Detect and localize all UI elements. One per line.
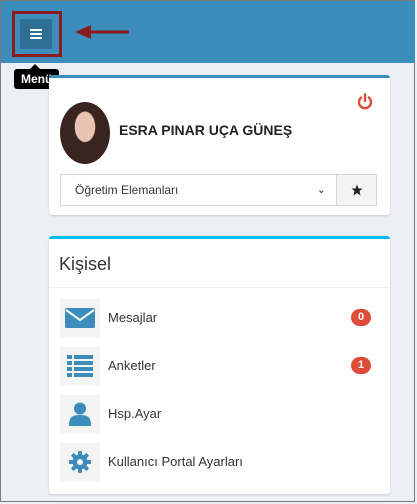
power-icon[interactable] xyxy=(357,93,373,110)
favorite-button[interactable] xyxy=(337,174,377,206)
envelope-icon xyxy=(65,308,95,328)
personal-box-title: Kişisel xyxy=(59,254,112,274)
gear-icon xyxy=(69,451,91,473)
menu-item-mesajlar[interactable]: Mesajlar 0 xyxy=(60,299,380,337)
annotation-arrow-icon xyxy=(75,25,129,39)
menu-item-portal-settings[interactable]: Kullanıcı Portal Ayarları xyxy=(60,443,380,481)
menu-item-label: Kullanıcı Portal Ayarları xyxy=(108,454,243,469)
role-select[interactable]: Öğretim Elemanları ⌄ xyxy=(60,174,337,206)
menu-item-icon-box xyxy=(60,347,100,385)
avatar xyxy=(60,102,110,164)
hamburger-icon xyxy=(30,29,42,39)
user-icon xyxy=(69,402,91,426)
user-name: ESRA PINAR UÇA GÜNEŞ xyxy=(119,122,293,138)
personal-box: Kişisel Mesajlar 0 Anketler 1 Hsp.Ayar K… xyxy=(49,236,390,494)
menu-item-label: Hsp.Ayar xyxy=(108,406,162,421)
role-select-value: Öğretim Elemanları xyxy=(75,183,179,197)
list-icon xyxy=(67,355,93,377)
pending-count-badge: 1 xyxy=(351,357,371,374)
menu-toggle-button[interactable] xyxy=(20,19,52,49)
unread-count-badge: 0 xyxy=(351,309,371,326)
star-icon xyxy=(351,184,362,196)
menu-highlight-box xyxy=(12,11,62,57)
menu-item-icon-box xyxy=(60,299,100,337)
chevron-down-icon: ⌄ xyxy=(316,184,326,196)
menu-item-label: Anketler xyxy=(108,358,156,373)
menu-item-icon-box xyxy=(60,395,100,433)
menu-item-icon-box xyxy=(60,443,100,481)
menu-item-label: Mesajlar xyxy=(108,310,158,325)
profile-card: ESRA PINAR UÇA GÜNEŞ Öğretim Elemanları … xyxy=(49,75,390,215)
divider xyxy=(49,287,390,288)
top-navbar xyxy=(1,1,415,63)
menu-item-hsp-ayar[interactable]: Hsp.Ayar xyxy=(60,395,380,433)
menu-item-anketler[interactable]: Anketler 1 xyxy=(60,347,380,385)
